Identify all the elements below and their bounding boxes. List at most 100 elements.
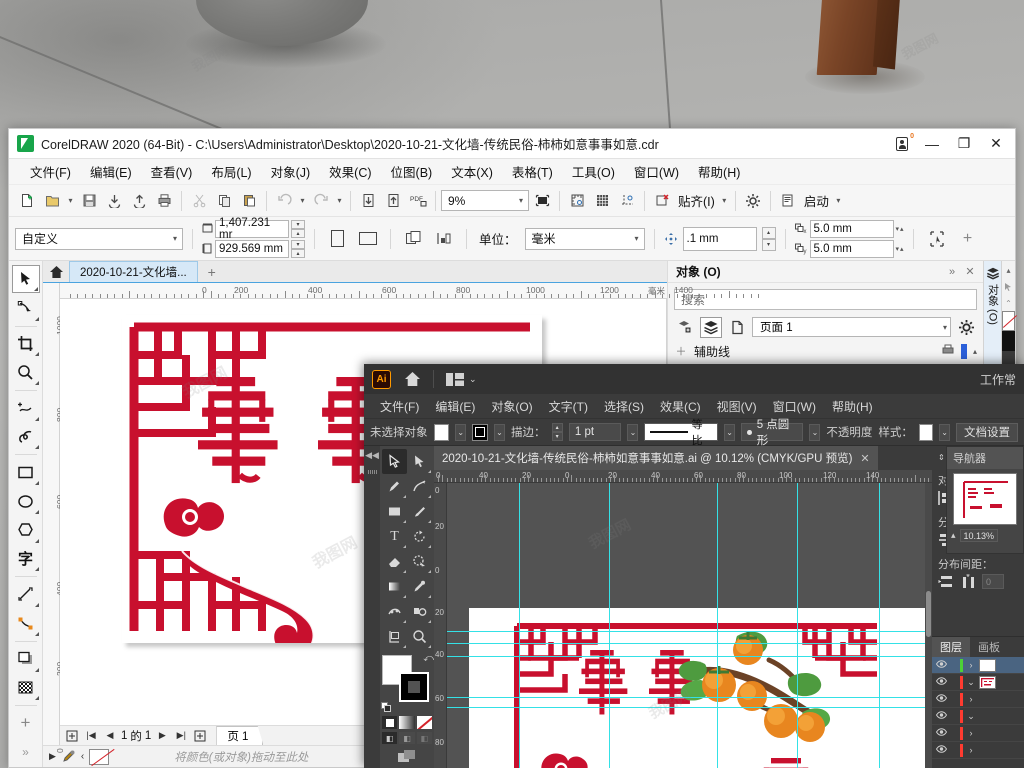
fill-swatch[interactable] <box>433 423 450 441</box>
layer-visibility-icon[interactable] <box>932 660 951 670</box>
horizontal-ruler[interactable]: 0 200 400 600 800 1000 1200 1400 毫米 <box>60 283 760 299</box>
document-setup-button[interactable]: 文档设置 <box>956 422 1019 442</box>
menu-object[interactable]: 对象(J) <box>262 159 320 184</box>
layer-visibility-icon[interactable] <box>932 728 951 738</box>
import-file-icon[interactable] <box>356 189 380 213</box>
docker-close-icon[interactable]: ✕ <box>961 263 979 281</box>
chevron-down-icon[interactable]: ▾ <box>516 196 526 205</box>
all-pages-button[interactable] <box>400 226 426 252</box>
document-tab[interactable]: 2020-10-21-文化墙... <box>69 261 198 282</box>
paste-icon[interactable] <box>237 189 261 213</box>
panel-drag-handle[interactable] <box>367 470 377 474</box>
horizontal-guide[interactable] <box>447 656 932 657</box>
freehand-tool[interactable] <box>12 394 40 422</box>
eraser-tool[interactable] <box>382 549 407 574</box>
layers-tab[interactable]: 图层 <box>932 637 970 657</box>
drop-shadow-tool[interactable] <box>12 645 40 673</box>
layer-row[interactable]: › <box>932 742 1024 759</box>
eyedropper-tool[interactable] <box>407 574 432 599</box>
menu-help[interactable]: 帮助(H) <box>689 159 749 184</box>
window-controls[interactable]: 0 — ❐ ✕ <box>889 131 1011 157</box>
menu-select[interactable]: 选择(S) <box>596 396 652 417</box>
width-tool[interactable] <box>382 599 407 624</box>
new-document-tab-button[interactable]: + <box>198 261 226 282</box>
docker-toolbar[interactable]: 页面 1 ▾ <box>668 314 983 340</box>
illustrator-horizontal-ruler[interactable]: 0 40 20 0 20 40 60 80 100 120 140 <box>434 470 951 483</box>
distribute-spacing-buttons[interactable]: 0 <box>932 573 1024 591</box>
palette-swatch-black[interactable] <box>1002 331 1015 351</box>
illustrator-vertical-ruler[interactable]: 0 20 0 20 40 60 80 <box>434 483 447 768</box>
snap-dropdown-caret[interactable]: ▾ <box>719 190 730 212</box>
blend-tool[interactable] <box>407 599 432 624</box>
page-height-field[interactable]: 929.569 mm <box>215 239 289 258</box>
layer-row[interactable]: › <box>932 691 1024 708</box>
launch-label[interactable]: 启动 <box>801 191 832 210</box>
parallel-dimension-tool[interactable] <box>12 580 40 608</box>
coreldraw-toolbox[interactable]: 字 + » <box>9 261 43 767</box>
default-fill-stroke-icon[interactable] <box>381 702 392 713</box>
coreldraw-titlebar[interactable]: CorelDRAW 2020 (64-Bit) - C:\Users\Admin… <box>9 129 1015 159</box>
illustrator-toolbox[interactable]: T ⤺ ◧ ◧ ◧ <box>380 446 434 768</box>
navigator-thumbnail[interactable] <box>953 473 1017 525</box>
clear-transform-icon[interactable] <box>650 189 674 213</box>
zoom-level-combo[interactable]: 9% ▾ <box>441 190 529 211</box>
selection-tool[interactable] <box>382 449 407 474</box>
layer-row[interactable]: › <box>932 725 1024 742</box>
menu-edit[interactable]: 编辑(E) <box>427 396 483 417</box>
print-icon[interactable] <box>152 189 176 213</box>
palette-up-icon[interactable]: ⌃ <box>1005 295 1012 311</box>
open-dropdown-caret[interactable]: ▾ <box>65 190 76 212</box>
cut-icon[interactable] <box>187 189 211 213</box>
sign-in-icon[interactable]: 0 <box>889 133 915 155</box>
chevron-down-icon[interactable]: ⌄ <box>469 374 477 385</box>
layer-visibility-icon[interactable] <box>932 711 951 721</box>
connector-tool[interactable] <box>12 609 40 637</box>
maximize-button[interactable]: ❐ <box>949 131 979 157</box>
layer-expand-icon[interactable]: › <box>963 728 979 738</box>
menu-object[interactable]: 对象(O) <box>483 396 540 417</box>
no-fill-arrow-icon[interactable]: ‹ <box>81 751 84 762</box>
transparency-tool[interactable] <box>12 674 40 702</box>
unit-combo[interactable]: 毫米 ▾ <box>524 227 645 250</box>
page-select-combo[interactable]: 页面 1 ▾ <box>752 317 951 337</box>
horizontal-guide[interactable] <box>447 643 932 644</box>
navigator-footer[interactable]: ▴ 10.13% <box>947 529 1023 542</box>
menu-file[interactable]: 文件(F) <box>372 396 427 417</box>
palette-scroll-up-icon[interactable]: ▴ <box>1006 261 1010 279</box>
full-screen-button[interactable]: ◧ <box>416 732 432 744</box>
horizontal-guide[interactable] <box>447 697 932 698</box>
redo-dropdown-caret[interactable]: ▾ <box>334 190 345 212</box>
type-tool[interactable]: T <box>382 524 407 549</box>
vertical-guide[interactable] <box>609 483 610 768</box>
curvature-tool[interactable] <box>407 474 432 499</box>
edit-bleed-button[interactable] <box>923 226 951 252</box>
redo-icon[interactable] <box>309 189 333 213</box>
menu-window[interactable]: 窗口(W) <box>625 159 688 184</box>
fill-mode-buttons[interactable] <box>382 716 432 729</box>
docker-header[interactable]: 对象 (O) » ✕ <box>668 261 983 283</box>
menu-edit[interactable]: 编辑(E) <box>81 159 141 184</box>
menu-bitmaps[interactable]: 位图(B) <box>382 159 442 184</box>
menu-view[interactable]: 查看(V) <box>142 159 202 184</box>
page-size-group[interactable]: 1,407.231 mr ▾ ▴ 929.569 mm ▾ ▴ <box>202 217 305 258</box>
stroke-weight-dropdown-icon[interactable]: ⌄ <box>627 423 639 441</box>
page-width-spinner[interactable]: ▾ ▴ <box>291 219 305 238</box>
vertical-guide[interactable] <box>519 483 520 768</box>
illustrator-tabbar[interactable]: 2020-10-21-文化墙-传统民俗-柿柿如意事事如意.ai @ 10.12%… <box>434 446 932 470</box>
navigator-panel[interactable]: 导航器 ▴ 10.13% <box>946 446 1024 554</box>
graphic-style-swatch[interactable] <box>918 423 934 441</box>
horizontal-guide[interactable] <box>447 631 932 632</box>
stroke-profile-field[interactable]: 等比 <box>644 419 719 447</box>
color-fill-button[interactable] <box>382 716 398 729</box>
navigator-zoom-field[interactable]: 10.13% <box>959 529 999 542</box>
options-gear-icon[interactable] <box>741 189 765 213</box>
add-toolbar-item-button[interactable]: + <box>956 227 980 251</box>
navigator-tab[interactable]: 导航器 <box>947 447 1023 469</box>
duplicate-x-field[interactable]: 5.0 mm <box>809 219 894 238</box>
layer-expand-icon[interactable]: › <box>963 660 979 670</box>
vertical-guide[interactable] <box>717 483 718 768</box>
brush-dropdown-icon[interactable]: ⌄ <box>809 423 821 441</box>
minimize-button[interactable]: — <box>917 131 947 157</box>
coreldraw-standard-toolbar[interactable]: ▾ ▾ ▾ PDF 9% ▾ 贴齐(I) ▾ 启动 ▾ <box>9 185 1015 217</box>
page-tab-1[interactable]: 页 1 <box>216 726 264 745</box>
